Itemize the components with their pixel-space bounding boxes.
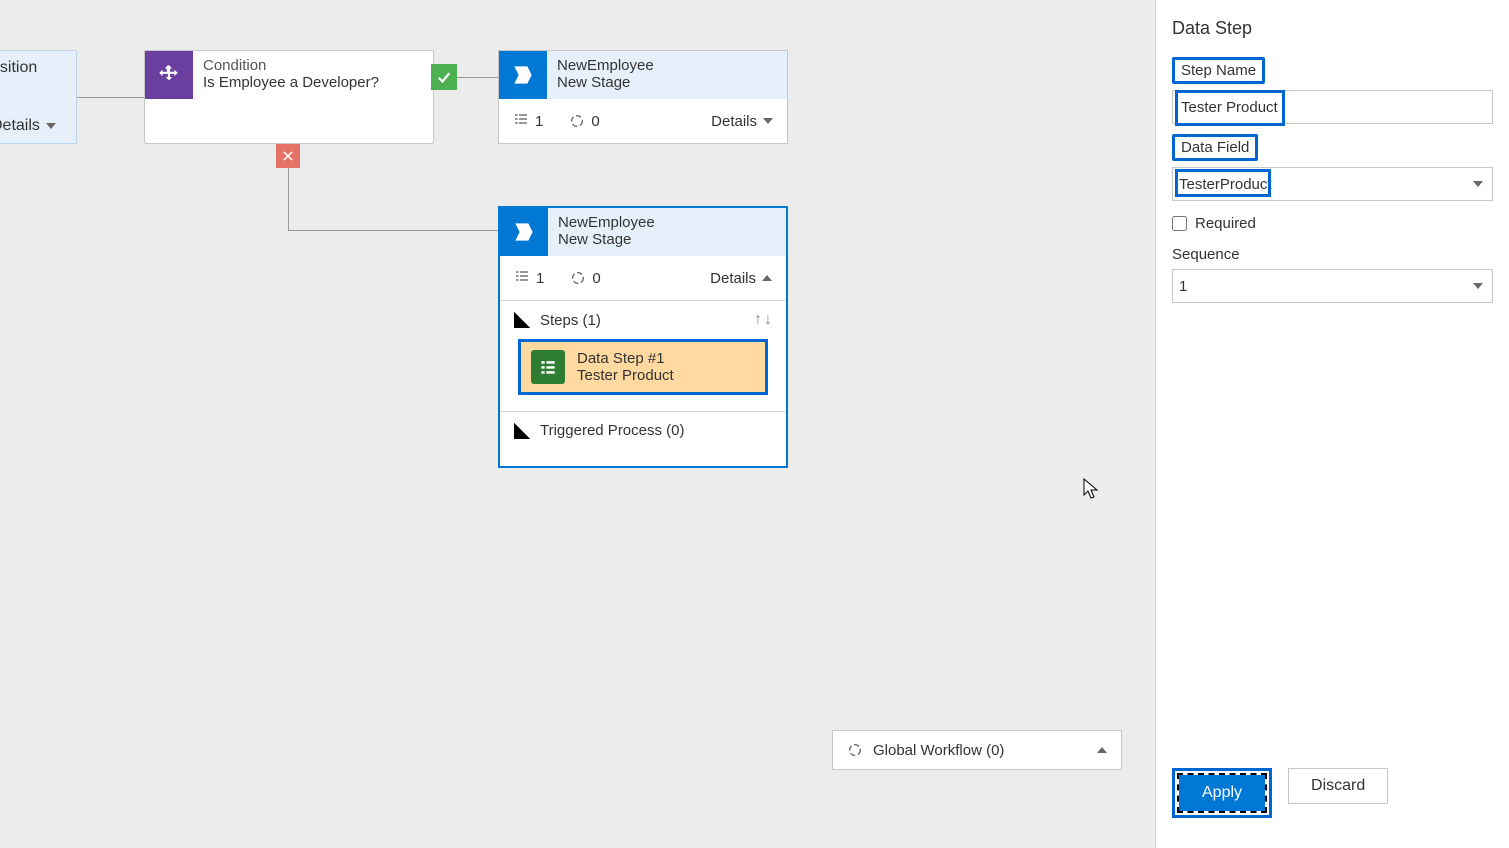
stage-name-label: New Stage — [558, 231, 655, 248]
process-count-icon — [570, 270, 586, 286]
steps-count-icon — [513, 111, 529, 131]
condition-icon — [145, 51, 193, 99]
details-toggle[interactable]: Details — [711, 113, 773, 130]
chevron-up-icon — [762, 275, 772, 281]
steps-count: 1 — [535, 113, 543, 130]
connector-line — [288, 230, 498, 231]
reorder-arrows[interactable]: ↑ ↓ — [754, 311, 772, 329]
details-label: Details — [710, 270, 756, 287]
chevron-down-icon — [763, 118, 773, 124]
process-canvas[interactable]: osition Details Condition Is Employee a … — [0, 0, 1155, 848]
step-name-label: Step Name — [1172, 57, 1265, 84]
stage-entity-label: NewEmployee — [558, 214, 655, 231]
connector-line — [77, 97, 144, 98]
required-checkbox[interactable] — [1172, 216, 1187, 231]
triggered-process-label: Triggered Process (0) — [540, 422, 685, 439]
steps-header-label: Steps (1) — [540, 312, 601, 329]
properties-panel: Data Step Step Name Data Field TesterPro… — [1155, 0, 1509, 848]
stage-node-partial[interactable]: osition Details — [0, 50, 77, 144]
steps-count: 1 — [536, 270, 544, 287]
condition-false-badge — [276, 144, 300, 168]
stage-icon — [499, 51, 547, 99]
data-step-title: Data Step #1 — [577, 350, 674, 367]
details-label: Details — [0, 117, 40, 135]
global-workflow-bar[interactable]: Global Workflow (0) — [832, 730, 1122, 770]
data-step-subtitle: Tester Product — [577, 367, 674, 384]
details-label: Details — [711, 113, 757, 130]
arrow-up-icon[interactable]: ↑ — [754, 311, 762, 329]
panel-title: Data Step — [1172, 18, 1493, 39]
step-name-input[interactable] — [1172, 90, 1493, 124]
connector-line — [288, 168, 289, 231]
required-label: Required — [1195, 215, 1256, 232]
process-count: 0 — [592, 270, 600, 287]
details-toggle[interactable]: Details — [710, 270, 772, 287]
connector-line — [457, 77, 498, 78]
details-toggle[interactable]: Details — [0, 117, 56, 135]
sequence-label: Sequence — [1172, 246, 1493, 263]
stage-name-label: New Stage — [557, 74, 654, 91]
apply-highlight: Apply — [1172, 768, 1272, 818]
data-field-select[interactable]: TesterProduct — [1172, 167, 1493, 201]
condition-node[interactable]: Condition Is Employee a Developer? — [144, 50, 434, 144]
chevron-down-icon — [46, 123, 56, 129]
sequence-select[interactable]: 1 — [1172, 269, 1493, 303]
condition-text: Is Employee a Developer? — [203, 74, 379, 91]
expand-wedge-icon[interactable] — [514, 423, 530, 439]
arrow-down-icon[interactable]: ↓ — [764, 311, 772, 329]
process-count-icon — [569, 113, 585, 129]
stage-node-2-selected[interactable]: NewEmployee New Stage 1 0 — [498, 206, 788, 468]
expand-wedge-icon[interactable] — [514, 312, 530, 328]
data-field-label: Data Field — [1172, 134, 1258, 161]
condition-true-badge — [431, 64, 457, 90]
stage-icon — [500, 208, 548, 256]
stage-node-1[interactable]: NewEmployee New Stage 1 0 — [498, 50, 788, 144]
discard-button[interactable]: Discard — [1288, 768, 1388, 804]
workflow-icon — [847, 742, 863, 758]
apply-button[interactable]: Apply — [1179, 775, 1265, 811]
steps-count-icon — [514, 268, 530, 288]
condition-type-label: Condition — [203, 57, 379, 74]
stage-entity-label: NewEmployee — [557, 57, 654, 74]
stage-partial-title: osition — [0, 59, 76, 77]
global-workflow-label: Global Workflow (0) — [873, 742, 1004, 759]
chevron-up-icon[interactable] — [1097, 747, 1107, 753]
process-count: 0 — [591, 113, 599, 130]
data-step-card-selected[interactable]: Data Step #1 Tester Product — [518, 339, 768, 395]
cursor-icon — [1083, 478, 1099, 500]
data-step-icon — [531, 350, 565, 384]
